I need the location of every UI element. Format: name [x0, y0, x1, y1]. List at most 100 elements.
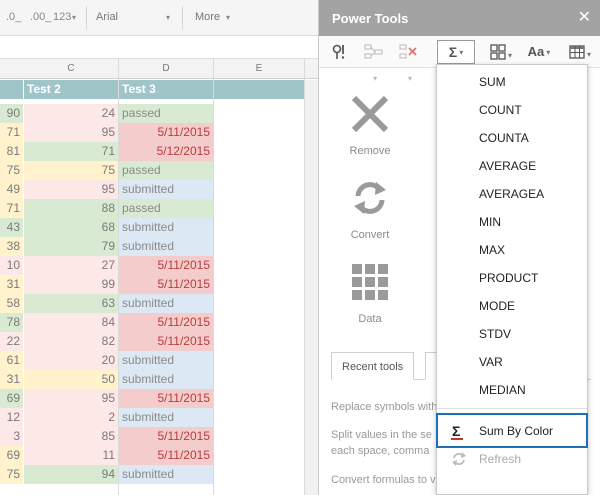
cell-c[interactable]: 27: [24, 256, 118, 275]
remove-button[interactable]: Remove: [341, 94, 399, 157]
cell-d[interactable]: submitted: [119, 180, 213, 199]
cell-b[interactable]: 90: [0, 104, 23, 123]
cell-b[interactable]: 3: [0, 427, 23, 446]
cell-c[interactable]: 2: [24, 408, 118, 427]
font-select[interactable]: Arial: [96, 11, 118, 23]
cell-c[interactable]: 50: [24, 370, 118, 389]
cell-e[interactable]: [214, 370, 304, 389]
cell-c[interactable]: 79: [24, 237, 118, 256]
cell-c[interactable]: 94: [24, 465, 118, 484]
cell-c[interactable]: 24: [24, 104, 118, 123]
cell-c[interactable]: 88: [24, 199, 118, 218]
cell-b[interactable]: 12: [0, 408, 23, 427]
header-cell-b[interactable]: [0, 80, 23, 99]
cell-c[interactable]: 63: [24, 294, 118, 313]
cell-d[interactable]: submitted: [119, 237, 213, 256]
cell-c[interactable]: 95: [24, 389, 118, 408]
column-header-e[interactable]: E: [214, 63, 304, 74]
more-button[interactable]: More: [195, 11, 220, 23]
cell-b[interactable]: 75: [0, 161, 23, 180]
cell-e[interactable]: [214, 465, 304, 484]
cell-e[interactable]: [214, 275, 304, 294]
menu-item-sum[interactable]: SUM: [437, 70, 587, 94]
convert-button[interactable]: Convert: [341, 178, 399, 241]
cell-e[interactable]: [214, 199, 304, 218]
cell-c[interactable]: 84: [24, 313, 118, 332]
dedupe-button[interactable]: ▾: [395, 40, 423, 83]
menu-item-max[interactable]: MAX: [437, 238, 587, 262]
vertical-scrollbar[interactable]: [305, 80, 318, 495]
increase-decimal-button[interactable]: .00_: [30, 11, 51, 23]
cell-b[interactable]: 69: [0, 446, 23, 465]
functions-button[interactable]: Σ ▾: [437, 40, 475, 64]
cell-d[interactable]: 5/11/2015: [119, 332, 213, 351]
formula-bar[interactable]: [0, 36, 318, 59]
cell-c[interactable]: 20: [24, 351, 118, 370]
table-button[interactable]: ▾: [563, 40, 597, 64]
cell-d[interactable]: submitted: [119, 408, 213, 427]
cell-b[interactable]: 43: [0, 218, 23, 237]
header-cell-test2[interactable]: Test 2: [24, 80, 118, 99]
cell-e[interactable]: [214, 104, 304, 123]
cell-b[interactable]: 58: [0, 294, 23, 313]
column-header-d[interactable]: D: [119, 63, 213, 74]
cell-d[interactable]: passed: [119, 199, 213, 218]
cell-b[interactable]: 75: [0, 465, 23, 484]
cell-d[interactable]: submitted: [119, 465, 213, 484]
cell-b[interactable]: 81: [0, 142, 23, 161]
cell-d[interactable]: submitted: [119, 218, 213, 237]
cell-e[interactable]: [214, 446, 304, 465]
cell-b[interactable]: 61: [0, 351, 23, 370]
close-icon[interactable]: ✕: [578, 7, 591, 27]
cell-b[interactable]: 69: [0, 389, 23, 408]
tab-recent-tools[interactable]: Recent tools: [331, 352, 415, 380]
cell-e[interactable]: [214, 427, 304, 446]
data-button[interactable]: Data: [341, 262, 399, 325]
cell-e[interactable]: [214, 237, 304, 256]
cell-e[interactable]: [214, 161, 304, 180]
cell-d[interactable]: 5/11/2015: [119, 123, 213, 142]
cell-e[interactable]: [214, 294, 304, 313]
menu-item-mode[interactable]: MODE: [437, 294, 587, 318]
cell-d[interactable]: passed: [119, 104, 213, 123]
cell-e[interactable]: [214, 351, 304, 370]
cell-e[interactable]: [214, 123, 304, 142]
menu-item-var[interactable]: VAR: [437, 350, 587, 374]
text-button[interactable]: Aa ▾: [521, 40, 557, 64]
cell-c[interactable]: 95: [24, 180, 118, 199]
cell-c[interactable]: 71: [24, 142, 118, 161]
menu-item-averagea[interactable]: AVERAGEA: [437, 182, 587, 206]
cell-b[interactable]: 49: [0, 180, 23, 199]
cell-c[interactable]: 95: [24, 123, 118, 142]
menu-item-count[interactable]: COUNT: [437, 98, 587, 122]
cell-e[interactable]: [214, 142, 304, 161]
cell-c[interactable]: 82: [24, 332, 118, 351]
cell-e[interactable]: [214, 313, 304, 332]
cell-d[interactable]: submitted: [119, 370, 213, 389]
number-format-button[interactable]: 123: [53, 11, 71, 23]
cell-c[interactable]: 85: [24, 427, 118, 446]
menu-item-min[interactable]: MIN: [437, 210, 587, 234]
cell-d[interactable]: 5/11/2015: [119, 446, 213, 465]
cell-b[interactable]: 31: [0, 275, 23, 294]
cell-b[interactable]: 71: [0, 199, 23, 218]
cell-b[interactable]: 71: [0, 123, 23, 142]
cell-e[interactable]: [214, 256, 304, 275]
cell-c[interactable]: 68: [24, 218, 118, 237]
cell-b[interactable]: 10: [0, 256, 23, 275]
cell-b[interactable]: 78: [0, 313, 23, 332]
cell-d[interactable]: 5/11/2015: [119, 427, 213, 446]
header-cell-test3[interactable]: Test 3: [119, 80, 213, 99]
cell-b[interactable]: 22: [0, 332, 23, 351]
cell-e[interactable]: [214, 389, 304, 408]
menu-item-average[interactable]: AVERAGE: [437, 154, 587, 178]
layout-button[interactable]: ▾: [483, 40, 519, 64]
cell-d[interactable]: 5/11/2015: [119, 256, 213, 275]
find-tool-button[interactable]: [327, 40, 351, 64]
cell-b[interactable]: 38: [0, 237, 23, 256]
cell-d[interactable]: passed: [119, 161, 213, 180]
cell-d[interactable]: 5/11/2015: [119, 275, 213, 294]
cell-d[interactable]: submitted: [119, 294, 213, 313]
menu-item-product[interactable]: PRODUCT: [437, 266, 587, 290]
cell-d[interactable]: 5/12/2015: [119, 142, 213, 161]
